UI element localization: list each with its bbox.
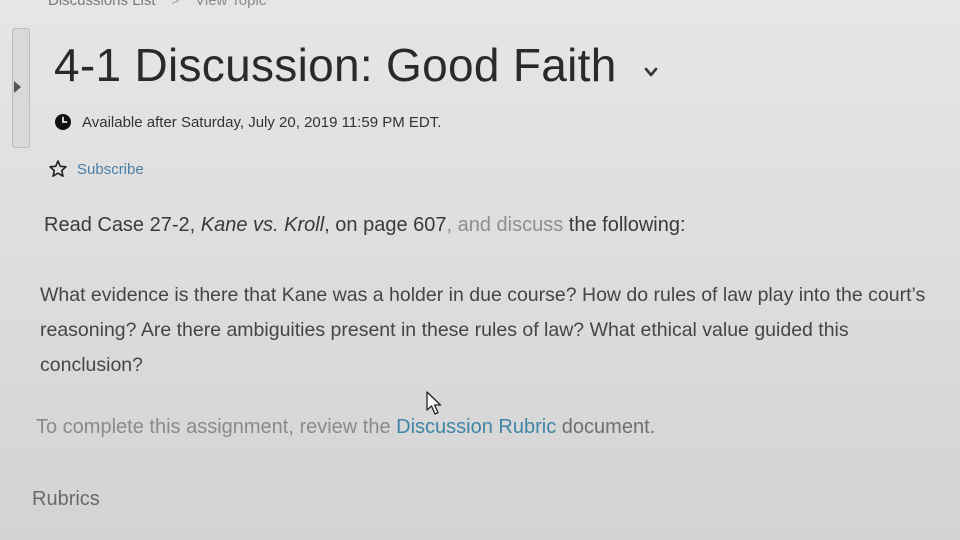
intro-prefix: Read Case 27-2, <box>44 214 201 236</box>
intro-page: , on page 607 <box>324 214 447 236</box>
subscribe-label: Subscribe <box>77 160 144 178</box>
completion-suffix: document. <box>556 416 656 438</box>
case-name: Kane vs. Kroll <box>200 214 325 236</box>
completion-prefix: To complete this assignment, review the <box>36 416 397 438</box>
intro-paragraph: Read Case 27-2, Kane vs. Kroll, on page … <box>44 214 686 237</box>
topic-header: 4-1 Discussion: Good Faith <box>54 38 659 92</box>
intro-faded-text: , and discuss <box>446 214 564 236</box>
availability-text: Available after Saturday, July 20, 2019 … <box>82 113 442 131</box>
rubrics-heading: Rubrics <box>32 488 100 510</box>
breadcrumb-view-topic: View Topic <box>195 0 267 9</box>
completion-instructions: To complete this assignment, review the … <box>36 416 655 439</box>
intro-end: the following: <box>563 214 686 236</box>
mouse-pointer-icon <box>426 391 442 415</box>
clock-icon <box>55 114 71 130</box>
breadcrumb-discussions-list[interactable]: Discussions List <box>48 0 156 9</box>
discussion-questions: What evidence is there that Kane was a h… <box>40 284 926 376</box>
collapse-panel-toggle[interactable] <box>12 28 30 148</box>
page-title: 4-1 Discussion: Good Faith <box>54 39 617 91</box>
breadcrumb: Discussions List > View Topic <box>48 0 266 9</box>
subscribe-button[interactable]: Subscribe <box>48 159 144 179</box>
availability-row: Available after Saturday, July 20, 2019 … <box>54 113 441 131</box>
discussion-rubric-link[interactable]: Discussion Rubric <box>396 416 556 438</box>
chevron-down-icon[interactable] <box>643 64 659 80</box>
collapse-panel-arrow-icon <box>14 81 21 93</box>
breadcrumb-separator: > <box>171 0 180 8</box>
star-outline-icon <box>49 160 67 177</box>
